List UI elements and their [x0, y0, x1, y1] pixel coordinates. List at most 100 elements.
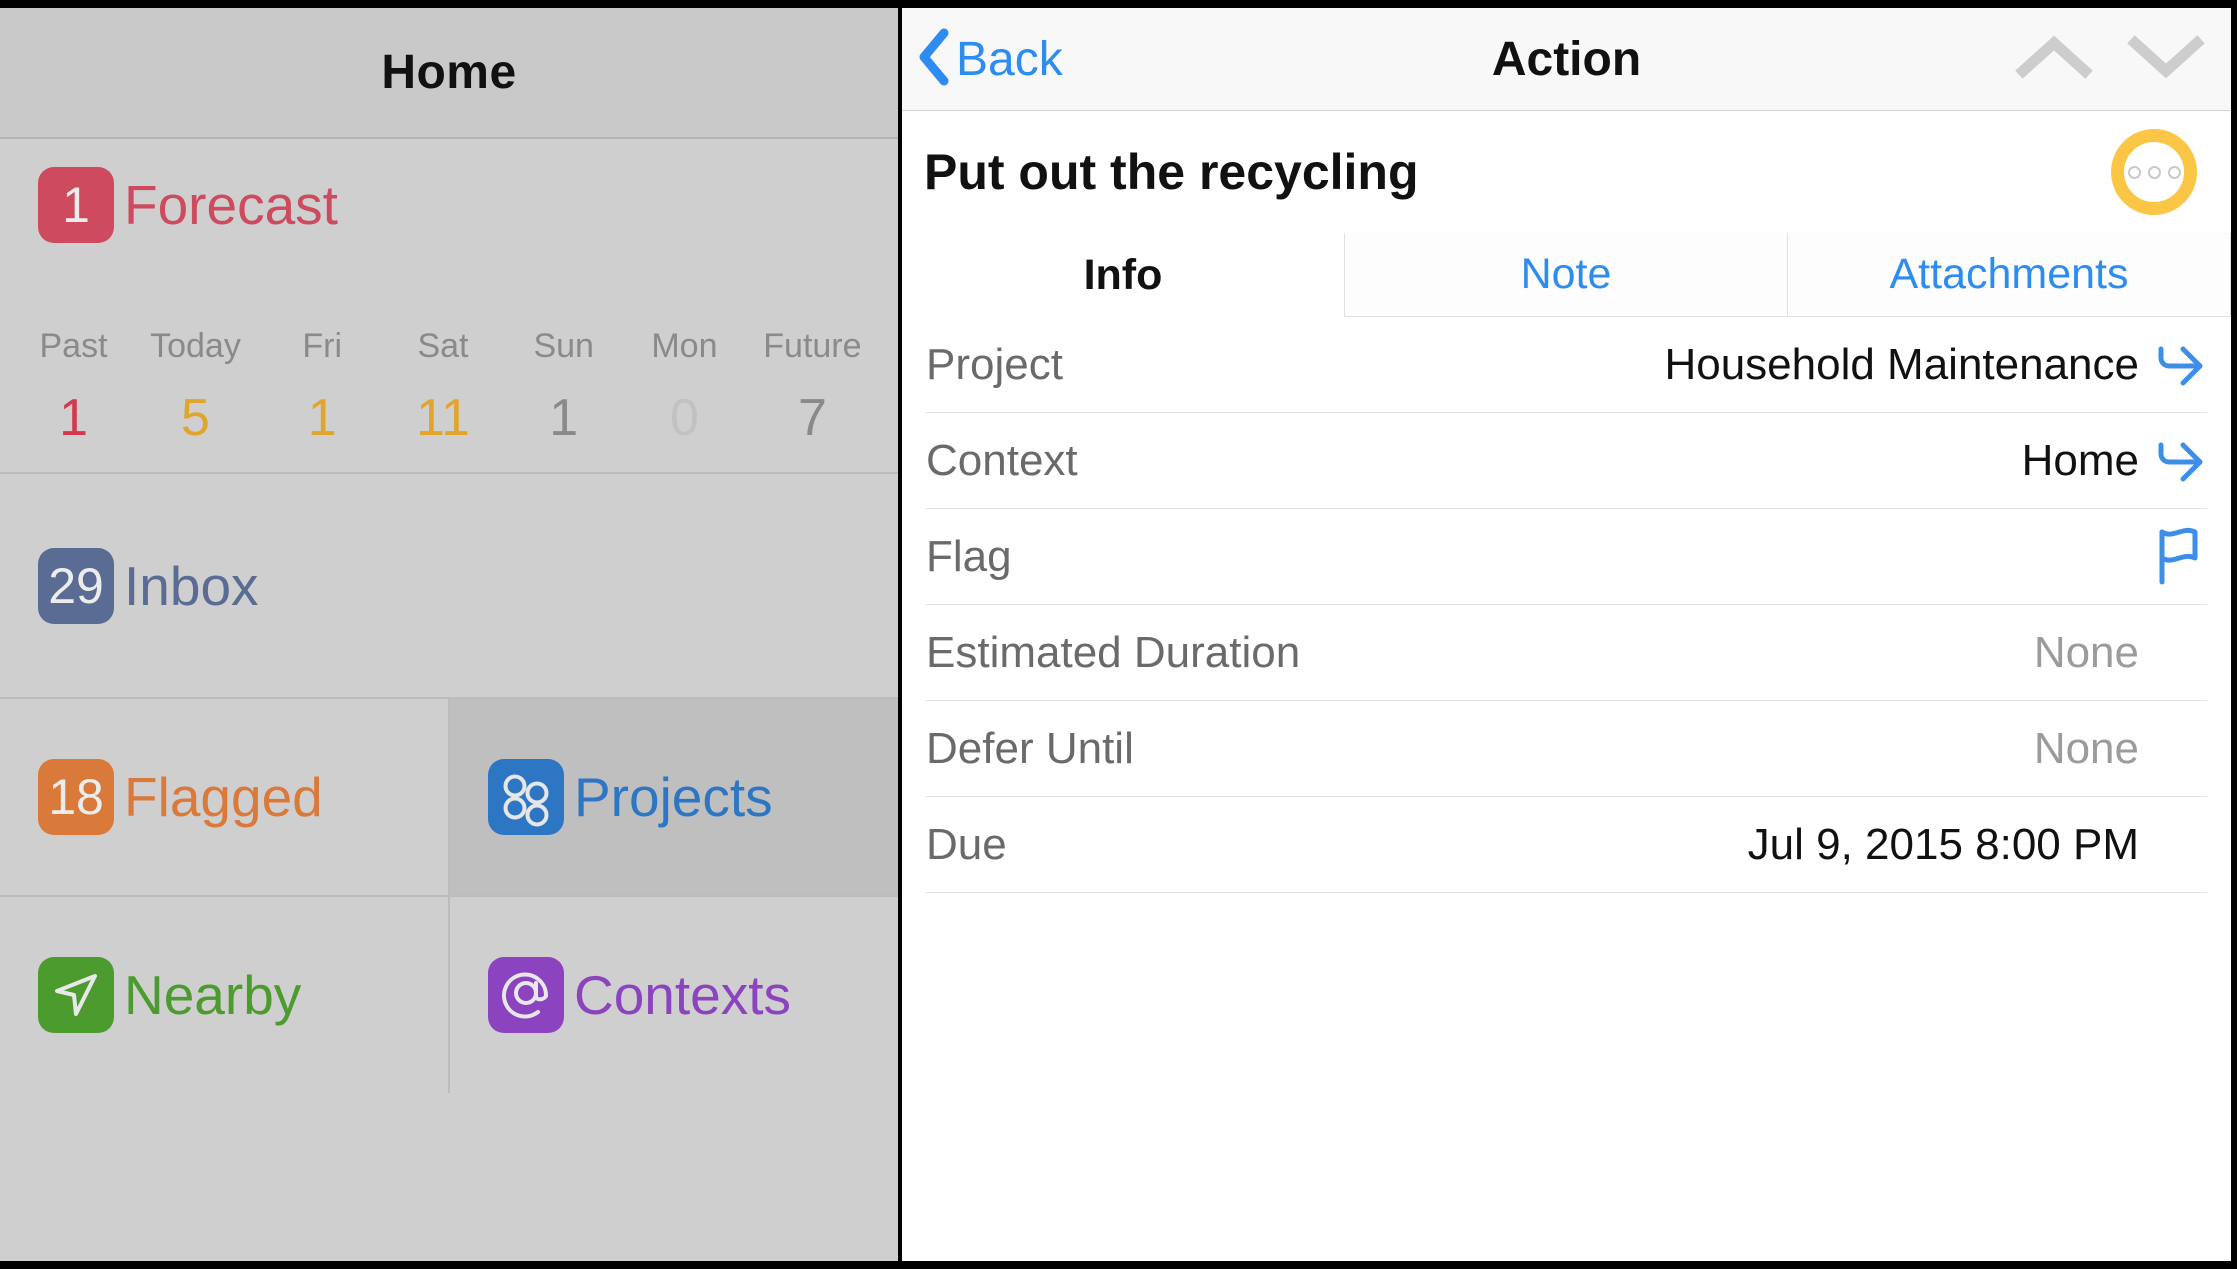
forecast-day-label: Today [129, 327, 262, 366]
forecast-day-count: 1 [59, 389, 88, 447]
detail-row-flag[interactable]: Flag [926, 509, 2207, 605]
sidebar-item-inbox[interactable]: 29 Inbox [0, 474, 898, 699]
detail-field-list: Project Household Maintenance Context Home F… [902, 317, 2231, 893]
projects-label: Projects [574, 766, 773, 828]
detail-row-value: None [2033, 723, 2139, 773]
forecast-day-name: Future [763, 327, 862, 365]
detail-row-value: Household Maintenance [1664, 339, 2139, 389]
at-sign-icon [488, 957, 564, 1033]
sidebar: Home 1 Forecast Past Today Fri Sat Sun Mon Fut… [0, 8, 898, 1261]
detail-row-project[interactable]: Project Household Maintenance [926, 317, 2207, 413]
forecast-day-count-cell[interactable]: 1 [503, 366, 624, 448]
ellipsis-circle-icon[interactable] [2111, 129, 2197, 215]
task-title-row: Put out the recycling [902, 111, 2231, 233]
sidebar-item-contexts[interactable]: Contexts [450, 897, 898, 1093]
forecast-day-name: Past [39, 327, 108, 365]
tab-label: Note [1520, 250, 1612, 298]
detail-tabs: Info Note Attachments [902, 233, 2231, 317]
navigation-arrow-icon [38, 957, 114, 1033]
chevron-left-icon [916, 28, 950, 91]
forecast-day-count: 1 [549, 389, 579, 447]
chevron-down-icon[interactable] [2127, 31, 2205, 88]
forecast-label: Forecast [124, 174, 338, 236]
detail-pane: Back Action Put out the recycling Info N… [902, 8, 2231, 1261]
detail-row-estimated-duration[interactable]: Estimated Duration None [926, 605, 2207, 701]
forecast-day-name: Fri [302, 327, 343, 365]
forecast-day-count-cell[interactable]: 1 [262, 366, 383, 448]
forecast-day-name: Mon [651, 327, 718, 365]
forecast-week-grid: Past Today Fri Sat Sun Mon Future 1 5 1 11 1 0 7 [18, 327, 880, 448]
status-dot [2147, 165, 2161, 179]
forecast-day-label: Sat [383, 327, 504, 366]
forecast-day-name: Sun [533, 327, 594, 365]
forecast-count-badge: 1 [38, 167, 114, 243]
tab-info[interactable]: Info [902, 233, 1344, 317]
projects-circles-icon [488, 759, 564, 835]
detail-row-due[interactable]: Due Jul 9, 2015 8:00 PM [926, 797, 2207, 893]
detail-row-label: Due [926, 819, 1007, 869]
flagged-badge-count: 18 [48, 769, 104, 825]
back-button[interactable]: Back [916, 28, 1063, 91]
forecast-day-label: Fri [262, 327, 383, 366]
detail-row-label: Project [926, 339, 1063, 389]
flagged-count-badge: 18 [38, 759, 114, 835]
forecast-day-count-cell[interactable]: 1 [18, 366, 129, 448]
detail-row-label: Context [926, 435, 1078, 485]
sidebar-row-nearby-contexts: Nearby Contexts [0, 897, 898, 1093]
detail-nav-arrows [2015, 31, 2205, 88]
detail-header: Back Action [902, 8, 2231, 111]
forecast-day-count-cell[interactable]: 11 [383, 366, 504, 448]
detail-row-label: Flag [926, 531, 1012, 581]
detail-row-label: Defer Until [926, 723, 1134, 773]
sidebar-header-title: Home [381, 46, 517, 99]
sidebar-row-flagged-projects: 18 Flagged Projects [0, 699, 898, 897]
sidebar-item-flagged[interactable]: 18 Flagged [0, 699, 450, 895]
detail-row-value: Jul 9, 2015 8:00 PM [1747, 819, 2139, 869]
contexts-label: Contexts [574, 964, 792, 1026]
forecast-day-counts-row: 1 5 1 11 1 0 7 [18, 366, 880, 448]
inbox-label: Inbox [124, 554, 259, 617]
chevron-up-icon[interactable] [2015, 31, 2093, 88]
detail-row-value: None [2033, 627, 2139, 677]
forecast-day-count: 7 [797, 389, 827, 447]
task-title: Put out the recycling [924, 144, 1419, 200]
detail-row-context[interactable]: Context Home [926, 413, 2207, 509]
forecast-day-label: Future [745, 327, 880, 366]
forecast-day-count-cell[interactable]: 7 [745, 366, 880, 448]
status-dot [2167, 165, 2181, 179]
detail-row-label: Estimated Duration [926, 627, 1301, 677]
nearby-label: Nearby [124, 964, 302, 1026]
tab-note[interactable]: Note [1344, 233, 1788, 317]
sidebar-item-nearby[interactable]: Nearby [0, 897, 450, 1093]
inbox-count-badge: 29 [38, 547, 114, 624]
flag-icon[interactable] [2145, 526, 2207, 588]
forecast-day-count: 0 [669, 389, 699, 447]
forecast-day-label: Sun [503, 327, 624, 366]
tab-label: Attachments [1889, 250, 2129, 298]
forecast-day-label: Mon [624, 327, 745, 366]
app-root: Home 1 Forecast Past Today Fri Sat Sun Mon Fut… [0, 0, 2237, 1269]
detail-row-defer-until[interactable]: Defer Until None [926, 701, 2207, 797]
sidebar-item-forecast[interactable]: 1 Forecast Past Today Fri Sat Sun Mon Future 1… [0, 139, 898, 474]
forecast-day-name: Sat [417, 327, 469, 365]
goto-arrow-icon[interactable] [2145, 336, 2207, 394]
status-dot [2127, 165, 2141, 179]
forecast-day-count: 1 [307, 389, 337, 447]
forecast-day-count: 11 [415, 389, 470, 447]
sidebar-header: Home [0, 8, 898, 139]
flagged-label: Flagged [124, 766, 323, 828]
forecast-day-name: Today [150, 327, 241, 365]
back-button-label: Back [956, 32, 1063, 86]
forecast-day-count-cell[interactable]: 5 [129, 366, 262, 448]
forecast-day-label: Past [18, 327, 129, 366]
inbox-badge-count: 29 [48, 557, 104, 614]
forecast-day-count-cell[interactable]: 0 [624, 366, 745, 448]
forecast-badge-count: 1 [62, 177, 90, 233]
tab-attachments[interactable]: Attachments [1788, 233, 2231, 317]
detail-row-value: Home [2021, 435, 2139, 485]
forecast-head: 1 Forecast [0, 139, 898, 243]
forecast-day-count: 5 [181, 389, 210, 447]
sidebar-item-projects[interactable]: Projects [450, 699, 898, 895]
goto-arrow-icon[interactable] [2145, 432, 2207, 490]
forecast-day-labels-row: Past Today Fri Sat Sun Mon Future [18, 327, 880, 366]
